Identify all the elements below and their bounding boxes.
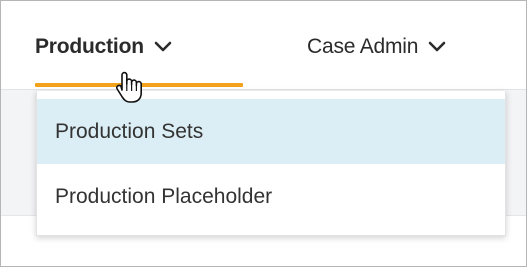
menu-item-label: Production Placeholder bbox=[55, 184, 273, 208]
nav-item-label: Case Admin bbox=[307, 35, 419, 58]
menu-item-production-sets[interactable]: Production Sets bbox=[37, 99, 505, 164]
top-nav: Production Case Admin bbox=[1, 1, 526, 89]
menu-item-label: Production Sets bbox=[55, 119, 204, 143]
active-tab-underline bbox=[35, 83, 243, 87]
chevron-down-icon bbox=[154, 41, 172, 53]
production-dropdown-menu: Production Sets Production Placeholder bbox=[36, 91, 506, 236]
menu-item-production-placeholder[interactable]: Production Placeholder bbox=[37, 164, 505, 229]
nav-item-production[interactable]: Production bbox=[35, 35, 172, 59]
nav-item-label: Production bbox=[35, 35, 144, 58]
nav-item-case-admin[interactable]: Case Admin bbox=[307, 35, 446, 59]
chevron-down-icon bbox=[428, 41, 446, 53]
app-frame: Production Case Admin Production Sets Pr… bbox=[0, 0, 527, 267]
